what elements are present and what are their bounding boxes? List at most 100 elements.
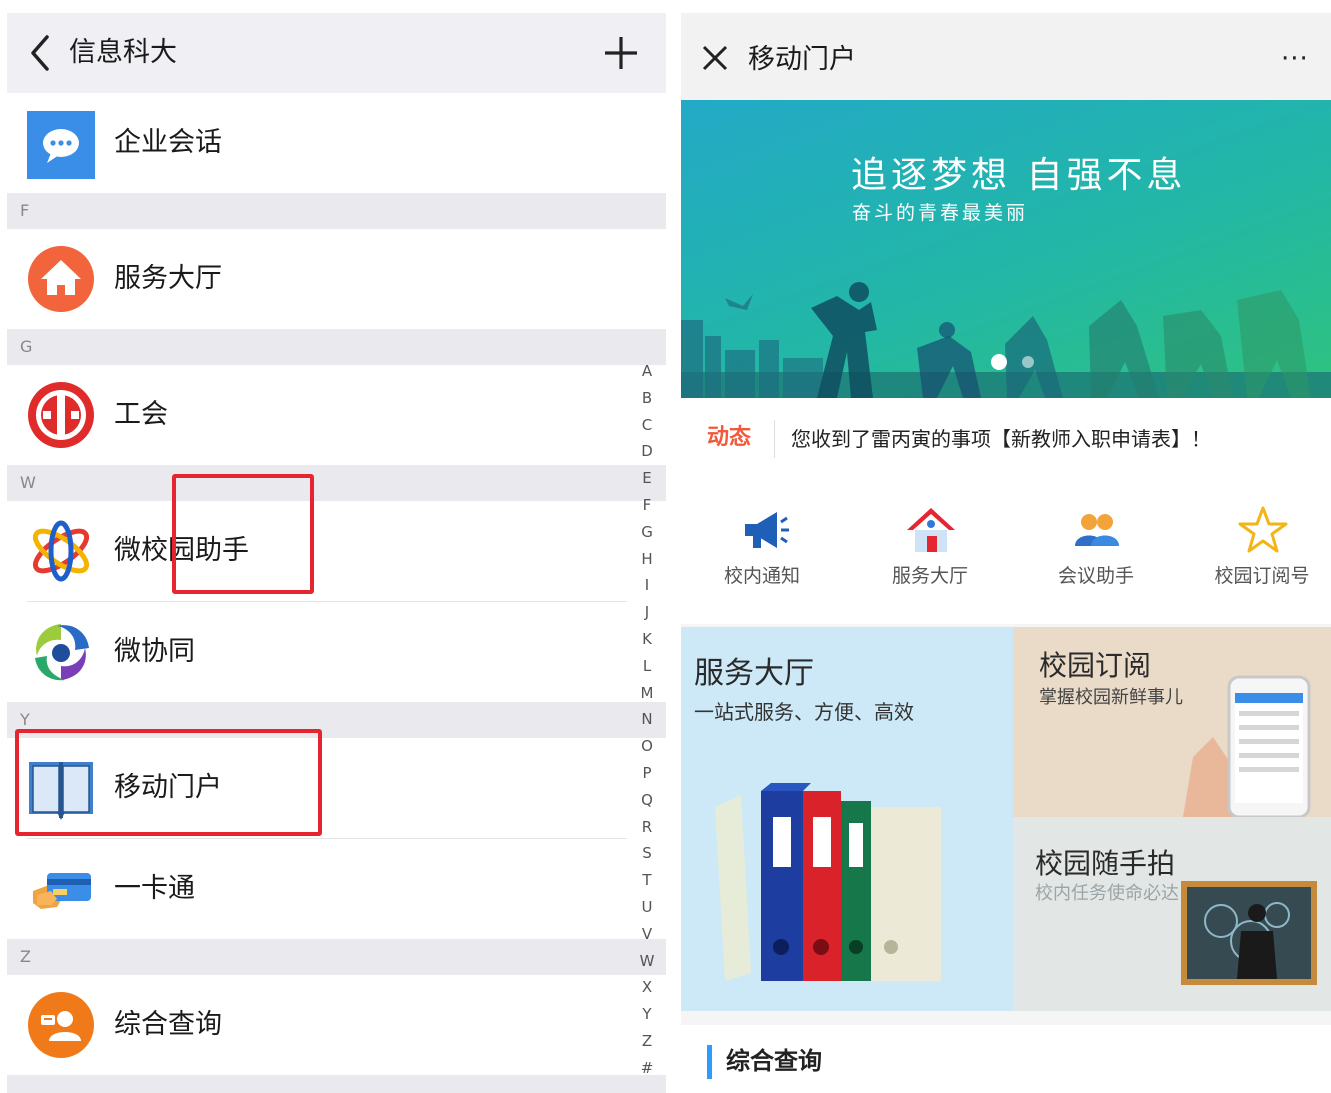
tile-title: 服务大厅 <box>694 656 814 691</box>
index-letter[interactable]: P <box>637 760 657 787</box>
list-item-label: 企业会话 <box>114 127 222 158</box>
index-letter[interactable]: L <box>637 653 657 680</box>
list-item-label: 一卡通 <box>114 873 195 904</box>
tile-title: 校园订阅 <box>1039 649 1152 682</box>
index-letter[interactable]: G <box>637 519 657 546</box>
index-letter[interactable]: D <box>637 438 657 465</box>
list-item-union[interactable]: 工会 <box>7 365 666 465</box>
list-item-label: 服务大厅 <box>114 263 222 294</box>
list-item-campus-card[interactable]: 一卡通 <box>7 839 666 939</box>
index-letter[interactable]: O <box>637 733 657 760</box>
close-icon[interactable] <box>700 43 730 73</box>
section-general-query[interactable]: 综合查询 <box>681 1025 1331 1093</box>
index-letter[interactable]: M <box>637 680 657 707</box>
index-letter[interactable]: A <box>637 358 657 385</box>
list-item-label: 综合查询 <box>114 1009 222 1040</box>
nav-title: 移动门户 <box>748 44 856 75</box>
highlight-box-mobile-portal <box>15 729 322 836</box>
section-header-w: W <box>7 465 666 501</box>
plus-icon[interactable] <box>601 33 641 73</box>
section-title: 综合查询 <box>726 1047 822 1075</box>
banner-silhouette-image <box>681 282 1331 398</box>
trade-union-emblem-icon <box>28 382 94 448</box>
list-item-wei-campus[interactable]: 微校园助手 <box>7 501 666 601</box>
news-tag: 动态 <box>707 425 752 450</box>
section-footer <box>7 1075 666 1093</box>
swirl-icon <box>35 624 89 681</box>
list-item-wei-collab[interactable]: 微协同 <box>7 602 666 702</box>
tile-snapshot[interactable]: 校园随手拍 校内任务使命必达 <box>1013 817 1331 1011</box>
more-menu-button[interactable]: ··· <box>1281 41 1309 77</box>
chat-bubble-icon <box>27 111 95 179</box>
highlight-box-service-hall <box>172 474 314 594</box>
news-separator <box>774 420 775 458</box>
star-icon <box>1238 506 1288 553</box>
index-letter[interactable]: # <box>637 1055 657 1082</box>
banner-headline: 追逐梦想 自强不息 <box>851 155 1187 196</box>
chevron-left-icon[interactable] <box>21 31 61 75</box>
contacts-screen: 信息科大 企业会话 F 服务大厅 G 工会 W 微校园助手 微协同 Y 移动门户… <box>7 13 666 1093</box>
index-letter[interactable]: R <box>637 814 657 841</box>
index-letter[interactable]: N <box>637 706 657 733</box>
user-badge-icon <box>28 992 94 1058</box>
app-service-hall[interactable]: 服务大厅 <box>849 482 1011 624</box>
app-label: 服务大厅 <box>891 565 968 587</box>
app-label: 会议助手 <box>1057 565 1134 587</box>
alphabet-index[interactable]: A B C D E F G H I J K L M N O P Q R S T U V W X Y Z # <box>637 358 657 1082</box>
news-ticker[interactable]: 动态 您收到了雷丙寅的事项【新教师入职申请表】！ <box>681 398 1331 482</box>
section-header-z: Z <box>7 939 666 975</box>
index-letter[interactable]: V <box>637 921 657 948</box>
list-item-label: 工会 <box>114 399 168 430</box>
banner-subline: 奋斗的青春最美丽 <box>852 202 1029 224</box>
app-label: 校内通知 <box>723 565 800 587</box>
app-label: 校园订阅号 <box>1214 565 1310 587</box>
house-icon <box>907 508 955 552</box>
index-letter[interactable]: F <box>637 492 657 519</box>
phone-in-hand-image <box>1183 675 1311 817</box>
portal-screen: 移动门户 ··· 追逐梦想 自强不息 奋斗的青春最美丽 动态 您收到了雷丙寅的事… <box>681 13 1331 1093</box>
people-icon <box>1075 514 1119 546</box>
carousel-dot <box>1022 356 1034 368</box>
home-icon <box>28 246 94 312</box>
index-letter[interactable]: C <box>637 412 657 439</box>
tile-subtitle: 掌握校园新鲜事儿 <box>1039 687 1183 708</box>
index-letter[interactable]: S <box>637 840 657 867</box>
tile-subtitle: 一站式服务、方便、高效 <box>694 700 914 724</box>
feature-tiles: 服务大厅 一站式服务、方便、高效 校园订阅 掌握校园新鲜事儿 校园随手拍 校内任… <box>681 627 1331 1025</box>
index-letter[interactable]: Z <box>637 1028 657 1055</box>
index-letter[interactable]: Q <box>637 787 657 814</box>
tile-subscription[interactable]: 校园订阅 掌握校园新鲜事儿 <box>1013 627 1331 817</box>
nav-bar: 信息科大 <box>7 13 666 93</box>
tile-service-hall[interactable]: 服务大厅 一站式服务、方便、高效 <box>681 627 1013 1011</box>
index-letter[interactable]: X <box>637 974 657 1001</box>
app-grid: 校内通知 服务大厅 会议助手 校园订阅号 <box>681 482 1331 624</box>
app-campus-notice[interactable]: 校内通知 <box>681 482 843 624</box>
index-letter[interactable]: H <box>637 546 657 573</box>
app-campus-subscription[interactable]: 校园订阅号 <box>1181 482 1331 624</box>
index-letter[interactable]: J <box>637 599 657 626</box>
index-letter[interactable]: I <box>637 572 657 599</box>
index-letter[interactable]: B <box>637 385 657 412</box>
index-letter[interactable]: Y <box>637 1001 657 1028</box>
list-item-general-query[interactable]: 综合查询 <box>7 975 666 1075</box>
index-letter[interactable]: W <box>637 948 657 975</box>
index-letter[interactable]: U <box>637 894 657 921</box>
nav-title: 信息科大 <box>69 37 177 68</box>
banner-carousel[interactable]: 追逐梦想 自强不息 奋斗的青春最美丽 <box>681 100 1331 398</box>
section-header-g: G <box>7 329 666 365</box>
news-message: 您收到了雷丙寅的事项【新教师入职申请表】！ <box>791 427 1211 451</box>
photo-frame-image <box>1181 881 1317 985</box>
list-item-enterprise-chat[interactable]: 企业会话 <box>7 93 666 193</box>
carousel-dot-active <box>991 354 1007 370</box>
tile-title: 校园随手拍 <box>1035 847 1176 880</box>
megaphone-icon <box>745 512 789 548</box>
index-letter[interactable]: T <box>637 867 657 894</box>
app-meeting-assistant[interactable]: 会议助手 <box>1015 482 1177 624</box>
list-item-label: 微协同 <box>114 636 195 667</box>
index-letter[interactable]: K <box>637 626 657 653</box>
list-item-service-hall[interactable]: 服务大厅 <box>7 229 666 329</box>
index-letter[interactable]: E <box>637 465 657 492</box>
tile-subtitle: 校内任务使命必达 <box>1035 883 1179 904</box>
section-accent-bar <box>707 1045 712 1079</box>
nav-bar: 移动门户 ··· <box>681 13 1331 100</box>
